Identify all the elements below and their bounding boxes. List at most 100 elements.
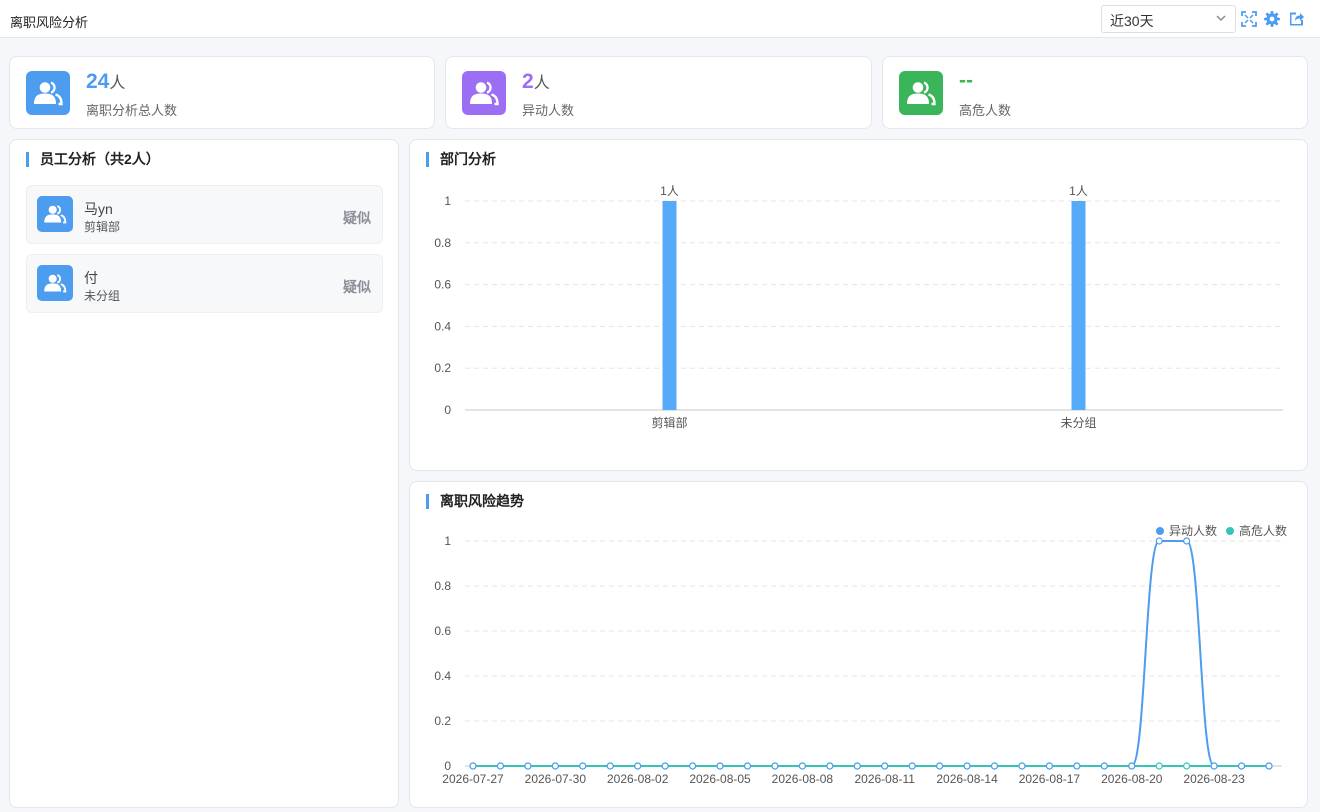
data-point — [1100, 762, 1108, 770]
y-tick-label: 0.2 — [434, 714, 451, 728]
x-tick-label: 2026-08-02 — [607, 772, 669, 786]
bar — [662, 201, 677, 410]
data-point — [579, 762, 587, 770]
data-point — [853, 762, 861, 770]
gear-icon[interactable] — [1263, 10, 1281, 28]
x-tick-label: 2026-08-20 — [1101, 772, 1163, 786]
trend-line-chart: 0 0.2 0.4 0.6 0.8 1 2026-07-27 2026-07-30 2026-0… — [434, 523, 1287, 786]
panel-title: 员工分析（共2人） — [26, 152, 160, 167]
data-point — [936, 762, 944, 770]
trend-panel: 离职风险趋势 0 0.2 0.4 0.6 0.8 1 2026-07-27 2026-07-3… — [409, 481, 1308, 808]
stat-number: 24 — [86, 70, 110, 93]
x-tick-label: 2026-07-27 — [442, 772, 504, 786]
y-tick-label: 0.2 — [434, 361, 451, 375]
data-point — [634, 762, 642, 770]
x-tick-label: 2026-08-17 — [1019, 772, 1081, 786]
users-icon — [462, 71, 506, 115]
x-tick-label: 剪辑部 — [651, 415, 687, 430]
y-tick-label: 1 — [444, 194, 451, 208]
employee-dept: 未分组 — [84, 289, 121, 303]
data-point — [1045, 762, 1054, 770]
data-point — [1265, 762, 1273, 770]
data-point — [496, 762, 505, 770]
chevron-down-icon — [1216, 15, 1226, 21]
legend-label: 高危人数 — [1239, 523, 1287, 538]
users-icon — [26, 71, 70, 115]
series-line — [473, 540, 1269, 767]
bar-data-label: 1人 — [1069, 184, 1088, 198]
data-point — [1183, 762, 1191, 770]
legend-marker — [1226, 527, 1234, 535]
stat-value: -- — [959, 69, 973, 93]
period-select-value: 近30天 — [1110, 13, 1154, 29]
employee-status: 疑似 — [343, 279, 371, 295]
period-select[interactable]: 近30天 — [1101, 5, 1236, 33]
data-point — [1210, 762, 1218, 770]
y-tick-label: 0.8 — [434, 236, 451, 250]
legend-label: 异动人数 — [1169, 523, 1217, 538]
data-point — [716, 762, 724, 770]
data-point — [963, 762, 971, 770]
stat-card-high-risk: -- 高危人数 — [882, 56, 1308, 129]
users-icon — [899, 71, 943, 115]
employee-item[interactable]: 马yn 剪辑部 疑似 — [26, 185, 383, 244]
stat-label: 异动人数 — [522, 103, 575, 118]
x-tick-label: 2026-08-05 — [689, 772, 751, 786]
data-point — [1237, 762, 1246, 770]
data-point — [551, 762, 559, 770]
data-point — [798, 762, 806, 770]
y-tick-label: 0.6 — [434, 278, 451, 292]
data-point — [688, 762, 697, 770]
data-point — [826, 762, 834, 770]
x-tick-label: 2026-08-11 — [854, 772, 915, 786]
users-glyph — [34, 81, 63, 106]
employee-name: 马yn — [84, 201, 113, 217]
stat-number: -- — [959, 69, 973, 92]
avatar-icon — [37, 265, 73, 301]
stat-unit: 人 — [109, 75, 126, 92]
employee-dept: 剪辑部 — [84, 220, 121, 234]
data-point — [1018, 762, 1026, 770]
stat-card-total: 24人 离职分析总人数 — [9, 56, 435, 129]
data-point — [524, 762, 532, 770]
data-point — [908, 762, 916, 770]
y-tick-label: 0.6 — [434, 624, 451, 638]
y-tick-label: 0.4 — [434, 319, 451, 333]
top-bar: 离职风险分析 近30天 — [0, 0, 1320, 38]
page-title: 离职风险分析 — [10, 15, 89, 30]
employee-panel: 员工分析（共2人） 马yn 剪辑部 疑似 付 未分组 疑似 — [9, 139, 399, 808]
department-panel: 部门分析 0 0.2 0.4 0.6 0.8 1 1人 剪辑部 1人 未分组 — [409, 139, 1308, 471]
y-tick-label: 0.4 — [434, 669, 451, 683]
data-point — [1155, 762, 1163, 770]
y-tick-label: 0 — [444, 403, 451, 417]
employee-item[interactable]: 付 未分组 疑似 — [26, 254, 383, 313]
stat-value: 24人 — [86, 69, 125, 94]
bar — [1071, 201, 1086, 410]
fullscreen-icon[interactable] — [1240, 10, 1258, 28]
x-tick-label: 未分组 — [1060, 416, 1096, 430]
data-point — [1155, 537, 1163, 545]
x-tick-label: 2026-08-14 — [936, 772, 998, 786]
stat-card-changes: 2人 异动人数 — [445, 56, 872, 129]
data-point — [661, 762, 669, 770]
stat-label: 离职分析总人数 — [86, 103, 178, 118]
department-bar-chart: 0 0.2 0.4 0.6 0.8 1 1人剪辑部 1人未分组 — [434, 184, 1283, 430]
data-point — [771, 762, 779, 770]
employee-status: 疑似 — [343, 210, 371, 226]
data-point — [1128, 762, 1136, 770]
export-icon[interactable] — [1287, 10, 1305, 28]
stat-number: 2 — [522, 70, 534, 93]
x-tick-label: 2026-08-08 — [772, 772, 834, 786]
y-tick-label: 1 — [444, 534, 451, 548]
employee-name: 付 — [84, 270, 98, 286]
data-point — [1073, 762, 1081, 770]
bar-data-label: 1人 — [660, 184, 679, 198]
data-point — [469, 762, 477, 770]
data-point — [881, 762, 889, 770]
avatar-icon — [37, 196, 73, 232]
x-tick-label: 2026-08-23 — [1183, 772, 1245, 786]
users-glyph — [470, 81, 499, 106]
users-glyph — [907, 81, 936, 106]
stat-label: 高危人数 — [959, 103, 1012, 118]
stat-unit: 人 — [533, 75, 550, 92]
